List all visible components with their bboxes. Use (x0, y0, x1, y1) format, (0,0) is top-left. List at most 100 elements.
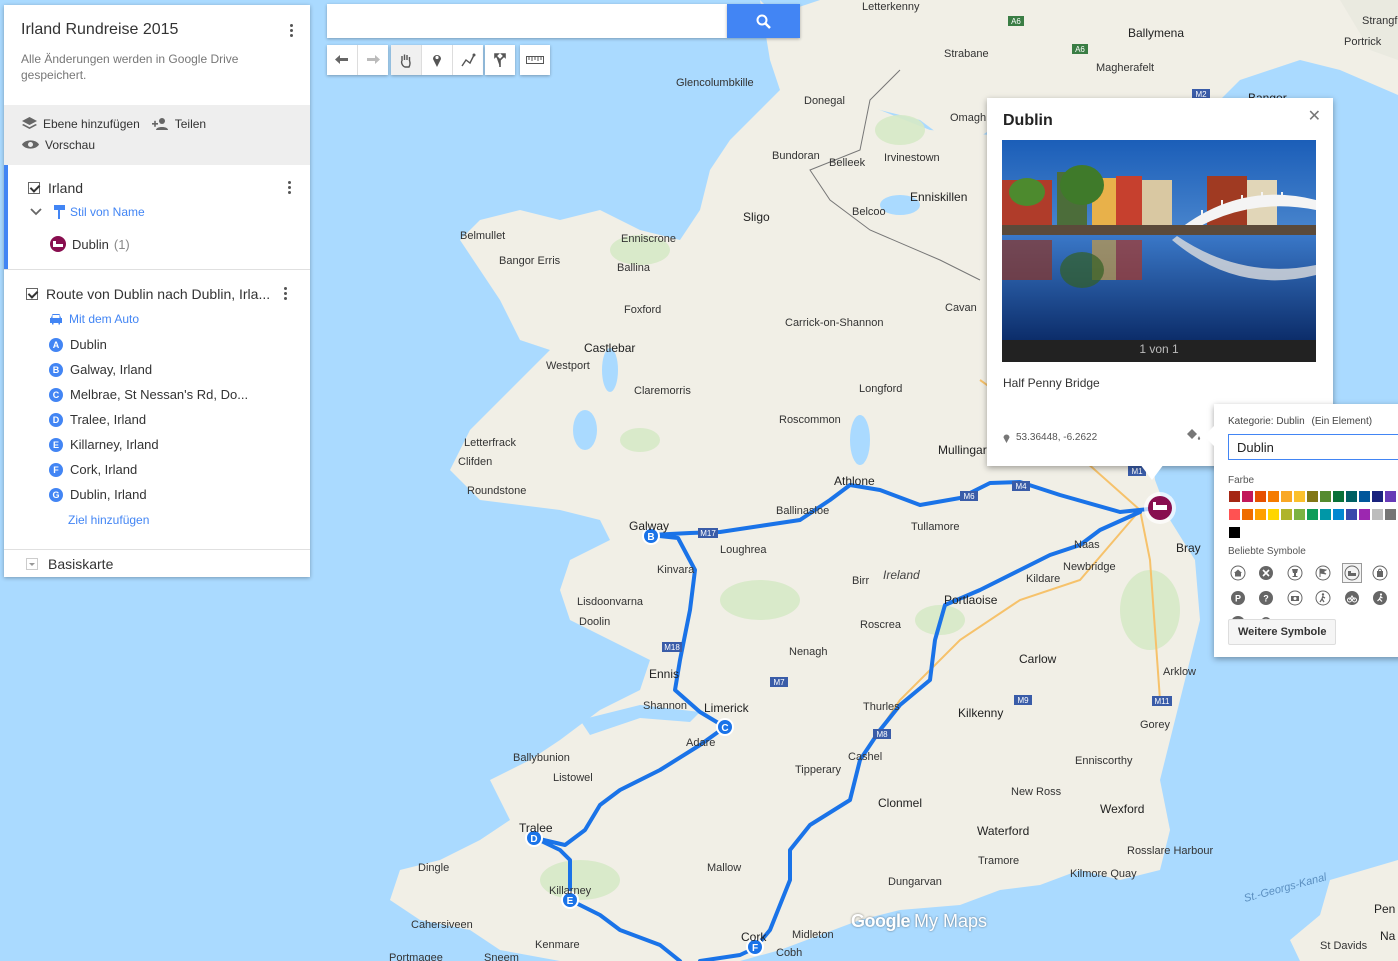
color-swatch[interactable] (1255, 491, 1266, 502)
stop-b[interactable]: B Galway, Irland (49, 362, 152, 377)
home-icon[interactable] (1229, 564, 1247, 582)
svg-text:Cashel: Cashel (848, 751, 882, 763)
add-layer-button[interactable]: Ebene hinzufügen (22, 117, 140, 131)
place-description[interactable]: Half Penny Bridge (1003, 376, 1100, 390)
color-swatch[interactable] (1229, 491, 1240, 502)
svg-text:M11: M11 (1155, 697, 1171, 706)
travel-mode-row[interactable]: Mit dem Auto (49, 312, 139, 326)
color-swatch[interactable] (1281, 491, 1292, 502)
color-swatch[interactable] (1242, 509, 1253, 520)
route-marker-c[interactable]: C (716, 718, 734, 736)
svg-text:Waterford: Waterford (977, 824, 1029, 838)
more-icons-button[interactable]: Weitere Symbole (1228, 619, 1337, 645)
add-marker-button[interactable] (422, 45, 453, 75)
color-swatch[interactable] (1255, 509, 1266, 520)
svg-text:Newbridge: Newbridge (1063, 561, 1116, 573)
category-name-input[interactable] (1228, 434, 1398, 460)
svg-text:M9: M9 (1017, 696, 1029, 705)
style-paint-button[interactable] (1186, 428, 1202, 447)
layer-item-dublin[interactable]: Dublin (1) (50, 236, 130, 252)
color-swatch[interactable] (1229, 509, 1240, 520)
color-swatch[interactable] (1320, 491, 1331, 502)
stop-f[interactable]: F Cork, Irland (49, 462, 137, 477)
color-swatch[interactable] (1346, 491, 1357, 502)
stop-e[interactable]: E Killarney, Irland (49, 437, 159, 452)
basemap-chevron-icon[interactable] (26, 558, 38, 570)
parking-icon[interactable]: P (1229, 589, 1247, 607)
svg-text:Galway: Galway (629, 519, 669, 533)
svg-text:Portrick: Portrick (1344, 36, 1382, 48)
dublin-hotel-marker[interactable] (1144, 492, 1176, 524)
color-swatch[interactable] (1372, 491, 1383, 502)
color-swatch[interactable] (1385, 509, 1396, 520)
stop-g[interactable]: G Dublin, Irland (49, 487, 147, 502)
color-swatch[interactable] (1333, 491, 1344, 502)
category-label: Kategorie: Dublin (1228, 416, 1305, 427)
svg-text:B: B (647, 532, 654, 543)
draw-line-button[interactable] (453, 45, 483, 75)
flag-icon[interactable] (1314, 564, 1332, 582)
color-swatch[interactable] (1320, 509, 1331, 520)
layer-irland-options-icon[interactable] (288, 181, 292, 196)
pan-tool-button[interactable] (391, 45, 422, 75)
search-button[interactable] (727, 4, 800, 38)
color-swatch[interactable] (1307, 509, 1318, 520)
color-swatch[interactable] (1385, 491, 1396, 502)
hiking-icon[interactable] (1314, 589, 1332, 607)
color-swatch[interactable] (1346, 509, 1357, 520)
color-swatch[interactable] (1268, 491, 1279, 502)
color-swatch[interactable] (1359, 491, 1370, 502)
marker-icon (433, 55, 441, 67)
color-swatch[interactable] (1359, 509, 1370, 520)
color-swatch[interactable] (1242, 491, 1253, 502)
add-directions-button[interactable] (485, 45, 515, 75)
basemap-row[interactable]: Basiskarte (4, 549, 310, 578)
color-swatch[interactable] (1268, 509, 1279, 520)
layer-route-checkbox[interactable] (26, 288, 38, 300)
map-options-menu-icon[interactable] (290, 24, 294, 39)
undo-button[interactable] (327, 45, 358, 75)
running-icon[interactable] (1371, 589, 1389, 607)
hotel-icon[interactable] (1341, 563, 1362, 583)
search-input[interactable] (327, 4, 727, 38)
category-header: Kategorie: Dublin (Ein Element) (1228, 416, 1372, 427)
style-by-name-link[interactable]: Stil von Name (70, 205, 145, 219)
layer-route-name[interactable]: Route von Dublin nach Dublin, Irla... (46, 286, 270, 302)
layer-irland-checkbox[interactable] (28, 182, 40, 194)
layer-irland-name[interactable]: Irland (48, 180, 83, 196)
measure-button[interactable] (520, 45, 550, 75)
color-swatch[interactable] (1281, 509, 1292, 520)
camera-icon[interactable] (1286, 589, 1304, 607)
stop-d[interactable]: D Tralee, Irland (49, 412, 146, 427)
shopping-icon[interactable] (1371, 564, 1389, 582)
chevron-down-icon[interactable] (30, 208, 42, 216)
stop-label: Killarney, Irland (70, 437, 159, 452)
stop-c[interactable]: C Melbrae, St Nessan's Rd, Do... (49, 387, 248, 402)
svg-text:Irvinestown: Irvinestown (884, 152, 940, 164)
color-swatch[interactable] (1333, 509, 1344, 520)
layer-item-label: Dublin (72, 236, 109, 252)
svg-text:Carlow: Carlow (1019, 652, 1057, 666)
stop-label: Dublin (70, 337, 107, 352)
map-title[interactable]: Irland Rundreise 2015 (21, 21, 293, 39)
preview-button[interactable]: Vorschau (22, 138, 95, 152)
layer-route-options-icon[interactable] (284, 287, 288, 302)
coordinates-text: 53.36448, -6.2622 (1016, 432, 1098, 443)
trophy-icon[interactable] (1286, 564, 1304, 582)
color-swatch[interactable] (1229, 527, 1240, 538)
add-destination-link[interactable]: Ziel hinzufügen (68, 513, 149, 527)
svg-text:Bangor Erris: Bangor Erris (499, 255, 561, 267)
share-button[interactable]: Teilen (151, 117, 206, 131)
color-swatch[interactable] (1294, 509, 1305, 520)
color-swatch[interactable] (1294, 491, 1305, 502)
stop-a[interactable]: A Dublin (49, 337, 107, 352)
cycling-icon[interactable] (1343, 589, 1361, 607)
place-photo[interactable]: 1 von 1 (1002, 140, 1316, 362)
redo-button[interactable] (358, 45, 388, 75)
color-swatch[interactable] (1372, 509, 1383, 520)
save-status: Alle Änderungen werden in Google Drive g… (21, 52, 239, 82)
close-icon[interactable] (1257, 564, 1275, 582)
close-icon[interactable]: ✕ (1308, 106, 1321, 126)
color-swatch[interactable] (1307, 491, 1318, 502)
help-icon[interactable]: ? (1257, 589, 1275, 607)
